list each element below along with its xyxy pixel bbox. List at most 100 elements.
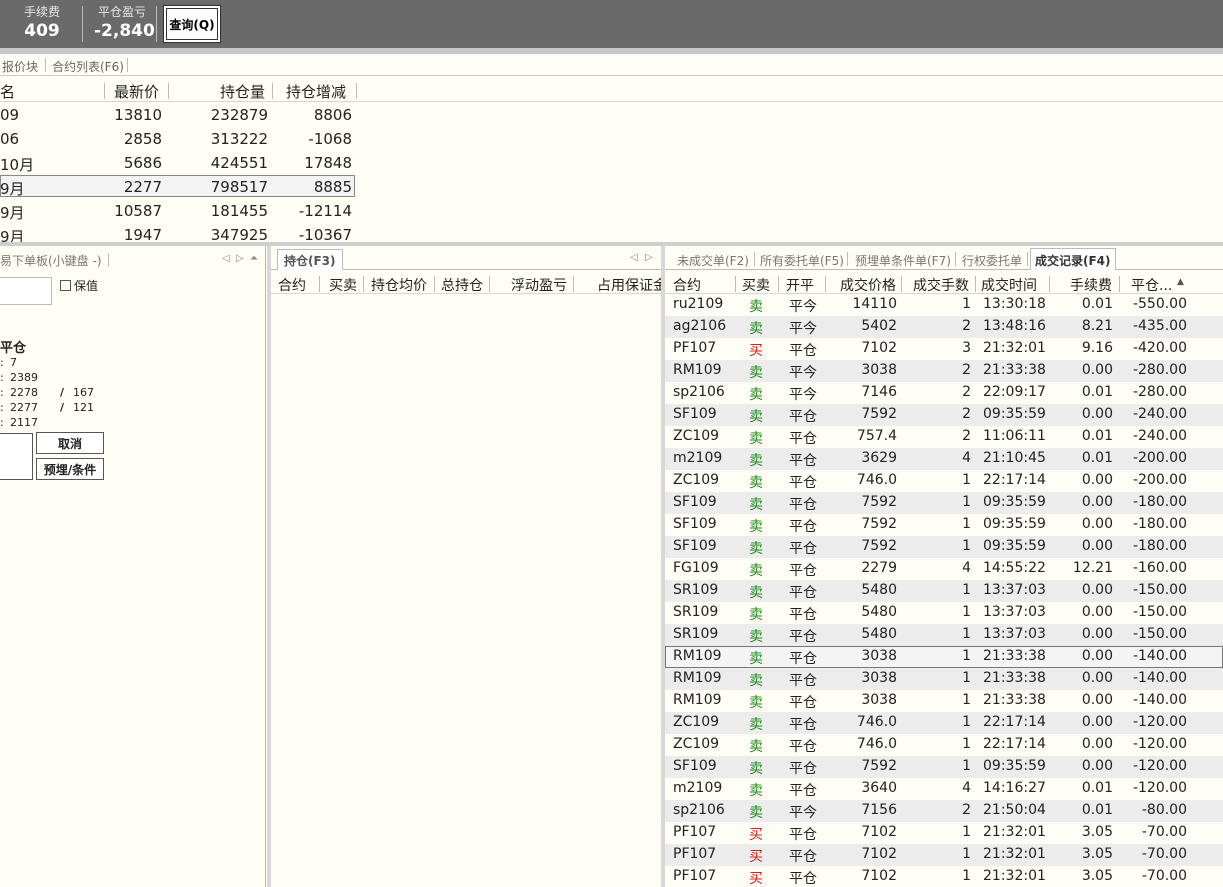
col-close-pnl[interactable]: 平仓... xyxy=(1131,275,1172,295)
trade-contract: SF109 xyxy=(673,516,717,532)
tab-contract-list[interactable]: 合约列表(F6) xyxy=(52,58,124,75)
trade-open-close: 平今 xyxy=(789,321,817,337)
trade-row[interactable]: SF109 卖 平仓 7592 2 09:35:59 0.00 -240.00 xyxy=(665,404,1223,426)
scroll-right-icon[interactable]: ▷ xyxy=(645,252,653,263)
trade-contract: SF109 xyxy=(673,758,717,774)
quote-tab-bar: 报价块 合约列表(F6) xyxy=(0,54,1223,76)
trade-open-close: 平今 xyxy=(789,365,817,381)
trade-row[interactable]: ru2109 卖 平今 14110 1 13:30:18 0.01 -550.00 xyxy=(665,294,1223,316)
trade-side: 卖 xyxy=(749,739,763,755)
col-contract[interactable]: 合约 xyxy=(278,275,306,293)
trade-close-pnl: -200.00 xyxy=(1132,450,1187,466)
quote-open-interest: 181455 xyxy=(210,202,268,220)
trade-contract: SR109 xyxy=(673,582,719,598)
conditional-order-button[interactable]: 预埋/条件 xyxy=(36,458,104,480)
level-separator: / xyxy=(60,401,65,414)
trade-contract: m2109 xyxy=(673,780,723,796)
col-total-position[interactable]: 总持仓 xyxy=(441,275,483,293)
trade-row[interactable]: PF107 买 平仓 7102 1 21:32:01 3.05 -70.00 xyxy=(665,844,1223,866)
trade-row[interactable]: SF109 卖 平仓 7592 1 09:35:59 0.00 -180.00 xyxy=(665,514,1223,536)
trade-row[interactable]: SR109 卖 平仓 5480 1 13:37:03 0.00 -150.00 xyxy=(665,580,1223,602)
trade-qty: 2 xyxy=(962,384,971,400)
scroll-left-icon[interactable]: ◁ xyxy=(222,253,230,264)
trade-row[interactable]: SF109 卖 平仓 7592 1 09:35:59 0.00 -180.00 xyxy=(665,492,1223,514)
col-fill-time[interactable]: 成交时间 xyxy=(981,275,1037,295)
quote-row[interactable]: 9月 10587 181455 -12114 xyxy=(0,199,1223,223)
quote-last-price: 13810 xyxy=(114,106,162,124)
trade-records-panel: 未成交单(F2) 所有委托单(F5) 预埋单条件单(F7) 行权委托单 成交记录… xyxy=(665,246,1223,887)
trade-time: 09:35:59 xyxy=(983,516,1046,532)
scroll-right-icon[interactable]: ▷ xyxy=(236,253,244,264)
col-side[interactable]: 买卖 xyxy=(742,275,770,295)
tab-trade-records[interactable]: 成交记录(F4) xyxy=(1030,248,1116,270)
scroll-left-icon[interactable]: ◁ xyxy=(630,252,638,263)
col-avg-price[interactable]: 持仓均价 xyxy=(371,275,427,293)
trade-row[interactable]: ZC109 卖 平仓 746.0 1 22:17:14 0.00 -120.00 xyxy=(665,712,1223,734)
trade-row[interactable]: PF107 买 平仓 7102 1 21:32:01 3.05 -70.00 xyxy=(665,822,1223,844)
trade-row[interactable]: RM109 卖 平今 3038 2 21:33:38 0.00 -280.00 xyxy=(665,360,1223,382)
trade-row[interactable]: m2109 卖 平仓 3629 4 21:10:45 0.01 -200.00 xyxy=(665,448,1223,470)
tab-exercise-orders[interactable]: 行权委托单 xyxy=(962,252,1022,269)
trade-row[interactable]: sp2106 卖 平今 7146 2 22:09:17 0.01 -280.00 xyxy=(665,382,1223,404)
tab-unfilled-orders[interactable]: 未成交单(F2) xyxy=(677,252,749,269)
trade-time: 11:06:11 xyxy=(983,428,1046,444)
trade-row[interactable]: ZC109 卖 平仓 746.0 1 22:17:14 0.00 -200.00 xyxy=(665,470,1223,492)
tab-quote-block[interactable]: 报价块 xyxy=(2,58,38,75)
trade-qty: 4 xyxy=(962,560,971,576)
divider xyxy=(754,252,755,266)
trade-row[interactable]: RM109 卖 平仓 3038 1 21:33:38 0.00 -140.00 xyxy=(665,646,1223,668)
col-name[interactable]: 名 xyxy=(0,81,15,102)
divider xyxy=(975,276,976,292)
quote-last-price: 10587 xyxy=(114,202,162,220)
trade-row[interactable]: PF107 买 平仓 7102 3 21:32:01 9.16 -420.00 xyxy=(665,338,1223,360)
trade-row[interactable]: SF109 卖 平仓 7592 1 09:35:59 0.00 -180.00 xyxy=(665,536,1223,558)
trade-row[interactable]: sp2106 卖 平今 7156 2 21:50:04 0.01 -80.00 xyxy=(665,800,1223,822)
trade-row[interactable]: FG109 卖 平仓 2279 4 14:55:22 12.21 -160.00 xyxy=(665,558,1223,580)
quote-row[interactable]: 9月 2277 798517 8885 xyxy=(0,175,1223,199)
trade-side: 卖 xyxy=(749,387,763,403)
cancel-button[interactable]: 取消 xyxy=(36,432,104,454)
col-contract[interactable]: 合约 xyxy=(673,275,701,295)
trade-close-pnl: -420.00 xyxy=(1132,340,1187,356)
hedge-checkbox[interactable]: 保值 xyxy=(60,277,98,294)
trade-time: 21:33:38 xyxy=(983,362,1046,378)
col-last-price[interactable]: 最新价 xyxy=(114,81,159,102)
trade-fee: 0.00 xyxy=(1081,406,1113,422)
checkbox-box[interactable] xyxy=(60,280,71,291)
col-side[interactable]: 买卖 xyxy=(329,275,357,293)
trade-row[interactable]: m2109 卖 平仓 3640 4 14:16:27 0.01 -120.00 xyxy=(665,778,1223,800)
trade-row[interactable]: SR109 卖 平仓 5480 1 13:37:03 0.00 -150.00 xyxy=(665,602,1223,624)
col-floating-pnl[interactable]: 浮动盈亏 xyxy=(511,275,567,293)
trade-side: 卖 xyxy=(749,541,763,557)
trade-qty: 2 xyxy=(962,318,971,334)
query-button[interactable]: 查询(Q) xyxy=(163,5,221,43)
trade-row[interactable]: SR109 卖 平仓 5480 1 13:37:03 0.00 -150.00 xyxy=(665,624,1223,646)
col-oi-change[interactable]: 持仓增减 xyxy=(286,81,346,102)
col-open-close[interactable]: 开平 xyxy=(786,275,814,295)
tab-all-orders[interactable]: 所有委托单(F5) xyxy=(760,252,844,269)
trade-row[interactable]: SF109 卖 平仓 7592 1 09:35:59 0.00 -120.00 xyxy=(665,756,1223,778)
quote-row[interactable]: 10月 5686 424551 17848 xyxy=(0,151,1223,175)
trade-row[interactable]: ag2106 卖 平今 5402 2 13:48:16 8.21 -435.00 xyxy=(665,316,1223,338)
col-margin[interactable]: 占用保证金 xyxy=(597,275,661,293)
quantity-input[interactable] xyxy=(0,433,33,480)
divider xyxy=(127,58,128,72)
trade-row[interactable]: RM109 卖 平仓 3038 1 21:33:38 0.00 -140.00 xyxy=(665,668,1223,690)
trade-row[interactable]: ZC109 卖 平仓 746.0 1 22:17:14 0.00 -120.00 xyxy=(665,734,1223,756)
collapse-up-icon[interactable]: ⏶ xyxy=(250,253,258,264)
sort-up-icon[interactable]: ▲ xyxy=(1177,277,1184,287)
trade-row[interactable]: ZC109 卖 平仓 757.4 2 11:06:11 0.01 -240.00 xyxy=(665,426,1223,448)
col-fill-price[interactable]: 成交价格 xyxy=(840,275,896,295)
col-open-interest[interactable]: 持仓量 xyxy=(220,81,265,102)
quote-row[interactable]: 06 2858 313222 -1068 xyxy=(0,127,1223,151)
col-fee[interactable]: 手续费 xyxy=(1070,275,1112,295)
quote-name: 9月 xyxy=(0,204,25,222)
contract-input[interactable] xyxy=(0,277,52,305)
trade-row[interactable]: RM109 卖 平仓 3038 1 21:33:38 0.00 -140.00 xyxy=(665,690,1223,712)
col-fill-qty[interactable]: 成交手数 xyxy=(913,275,969,295)
trade-table-body: ru2109 卖平今 14110 1 13:30:18 0.01 -550.00 ag2106… xyxy=(665,294,1223,887)
trade-row[interactable]: PF107 买 平仓 7102 1 21:32:01 3.05 -70.00 xyxy=(665,866,1223,887)
tab-conditional-orders[interactable]: 预埋单条件单(F7) xyxy=(855,252,951,269)
quote-row[interactable]: 09 13810 232879 8806 xyxy=(0,103,1223,127)
tab-positions[interactable]: 持仓(F3) xyxy=(277,249,343,270)
